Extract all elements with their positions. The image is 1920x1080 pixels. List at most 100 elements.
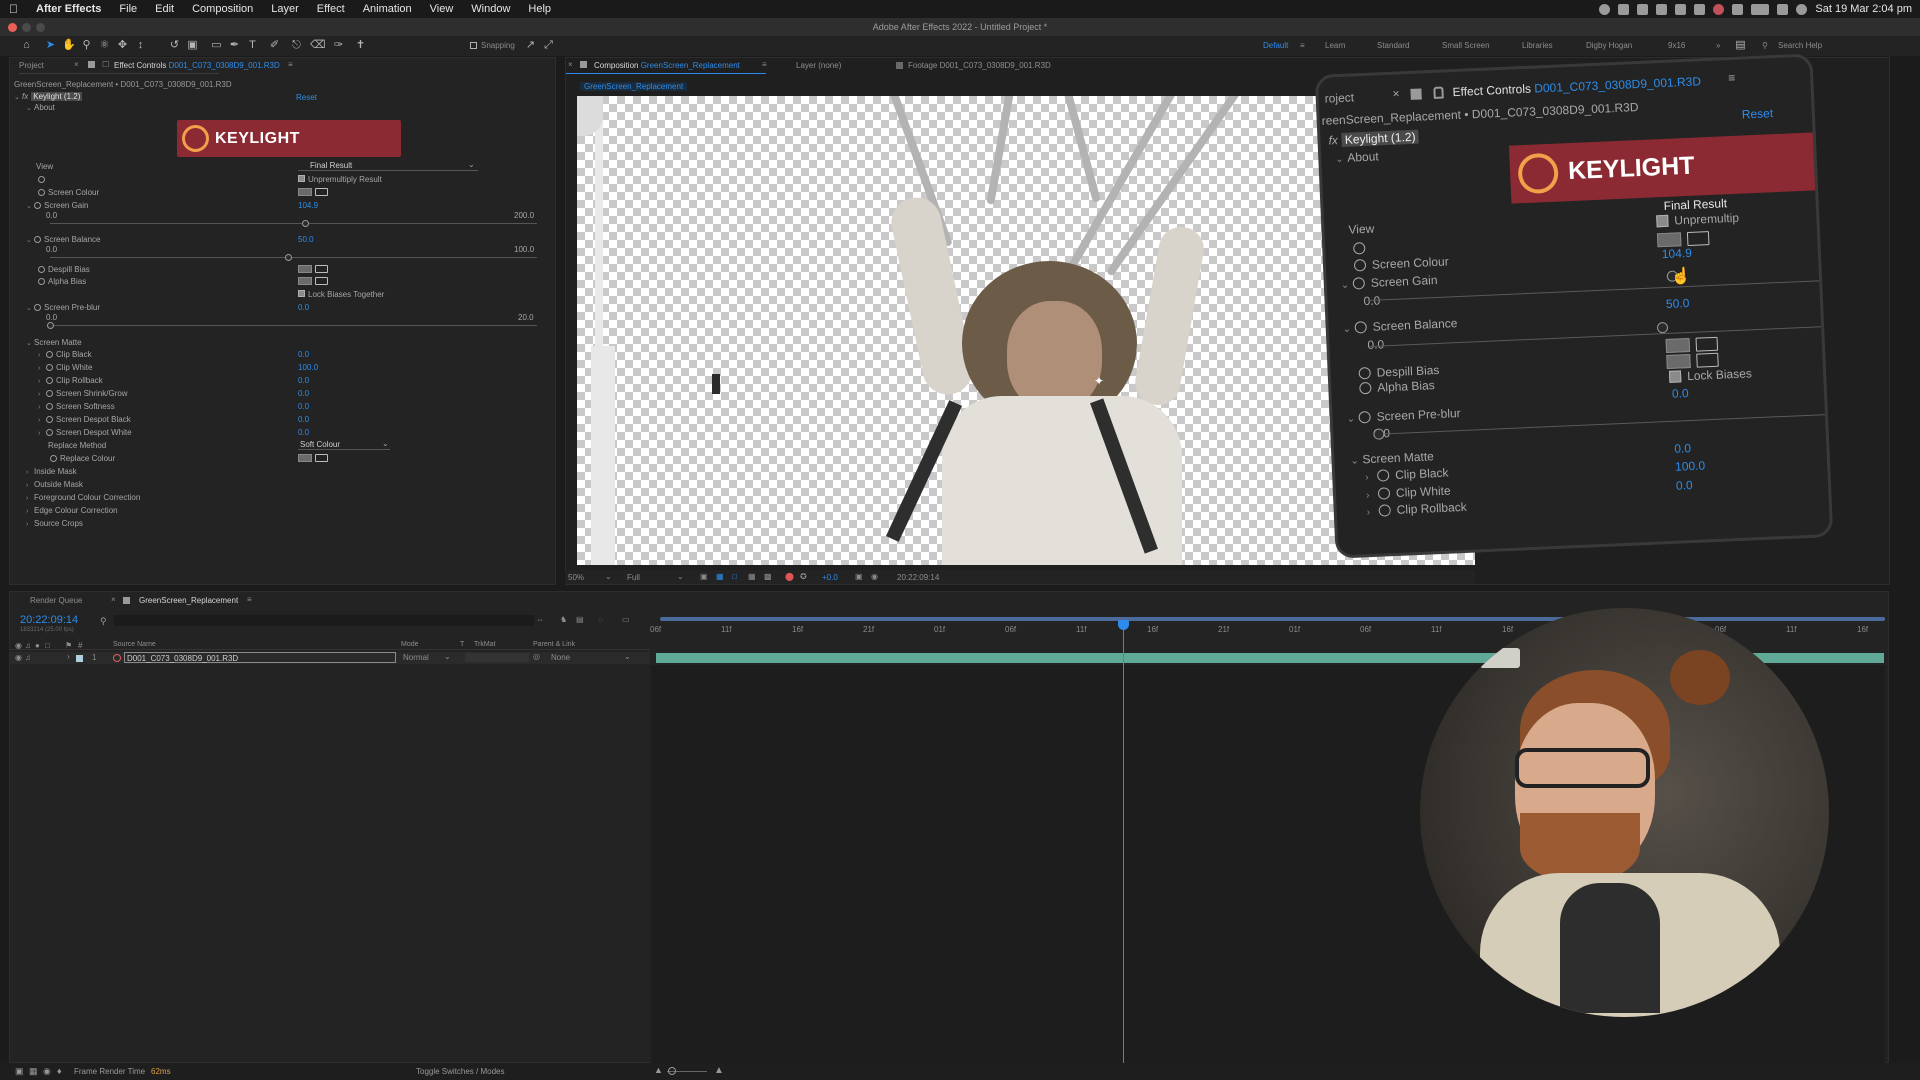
matte-value[interactable]: 0.0: [298, 428, 309, 437]
zoom-clip-black-value[interactable]: 0.0: [1674, 441, 1691, 456]
eyedropper-icon[interactable]: [315, 188, 328, 196]
clone-stamp-tool-icon[interactable]: ⎋: [290, 39, 303, 52]
menu-window[interactable]: Window: [471, 3, 510, 15]
snap-expand-icon[interactable]: ⤢: [542, 39, 555, 52]
record-status-icon[interactable]: [1599, 3, 1611, 15]
menu-animation[interactable]: Animation: [363, 3, 412, 15]
zoom-screen-balance-value[interactable]: 50.0: [1666, 296, 1690, 311]
lock-icon[interactable]: [580, 61, 587, 68]
matte-value[interactable]: 0.0: [298, 389, 309, 398]
render-status-icon[interactable]: ▣: [15, 1066, 24, 1077]
layer-name-box[interactable]: D001_C073_0308D9_001.R3D: [124, 652, 396, 663]
col-trkmat[interactable]: TrkMat: [474, 641, 496, 648]
eyedropper-icon[interactable]: [1686, 231, 1710, 246]
sync-settings-icon[interactable]: ▤: [1734, 39, 1747, 52]
stopwatch-icon[interactable]: [46, 364, 53, 371]
workspace-small-screen[interactable]: Small Screen: [1442, 41, 1490, 50]
tab-render-queue[interactable]: Render Queue: [30, 596, 82, 605]
stopwatch-icon[interactable]: [38, 278, 45, 285]
type-tool-icon[interactable]: T: [246, 39, 259, 52]
play-status-icon[interactable]: [1675, 3, 1687, 15]
label-icon[interactable]: ⚑: [65, 641, 72, 650]
stopwatch-icon[interactable]: [46, 429, 53, 436]
screen-balance-slider[interactable]: [50, 257, 537, 258]
timeline-timecode[interactable]: 20:22:09:14: [20, 614, 78, 626]
audio-icon[interactable]: ♫: [25, 653, 31, 662]
visibility-eye-icon[interactable]: ◉: [15, 653, 22, 662]
battery-icon[interactable]: [1751, 3, 1770, 15]
app-menu[interactable]: After Effects: [36, 3, 101, 15]
stopwatch-icon[interactable]: [1359, 381, 1372, 395]
work-area-bar[interactable]: [660, 617, 1885, 621]
replace-colour-swatch[interactable]: [298, 454, 312, 462]
expand-arrow-icon[interactable]: ›: [38, 352, 46, 359]
stopwatch-icon[interactable]: [1358, 366, 1371, 380]
stopwatch-icon[interactable]: [38, 176, 45, 183]
menu-file[interactable]: File: [119, 3, 137, 15]
anchor-point-icon[interactable]: ✦: [1094, 374, 1104, 388]
resolution-dropdown[interactable]: Full: [627, 573, 640, 582]
eraser-tool-icon[interactable]: ⌫: [310, 39, 326, 52]
orbit-tool-icon[interactable]: ⚛: [98, 39, 111, 52]
col-source-name[interactable]: Source Name: [113, 641, 156, 648]
panel-menu-icon[interactable]: ≡: [247, 595, 252, 604]
parent-dropdown[interactable]: None: [551, 653, 570, 662]
snapping-checkbox[interactable]: [470, 42, 477, 49]
keylight-logo[interactable]: KEYLIGHT: [177, 120, 401, 157]
effect-controls-lock-icon[interactable]: ☐: [102, 60, 109, 69]
snap-option-icon[interactable]: ↗: [524, 39, 537, 52]
workspace-menu-icon[interactable]: ≡: [1300, 41, 1305, 50]
minimize-window-button[interactable]: [22, 23, 31, 32]
zoom-in-icon[interactable]: ▲: [714, 1065, 724, 1076]
alpha-bias-swatch[interactable]: [298, 277, 312, 285]
stopwatch-icon[interactable]: [46, 351, 53, 358]
menu-view[interactable]: View: [430, 3, 454, 15]
lock-icon[interactable]: [88, 61, 95, 68]
stopwatch-icon[interactable]: [50, 455, 57, 462]
stopwatch-icon[interactable]: [46, 403, 53, 410]
viewer-timecode[interactable]: 20:22:09:14: [897, 573, 939, 582]
selection-tool-icon[interactable]: ➤: [44, 39, 57, 52]
fx-icon[interactable]: fx: [22, 92, 28, 101]
dolly-tool-icon[interactable]: ↕: [134, 39, 147, 52]
workspace-overflow-icon[interactable]: »: [1716, 41, 1720, 50]
eyedropper-icon[interactable]: [315, 277, 328, 285]
group-source-crops[interactable]: › Source Crops: [26, 519, 83, 528]
audio-switch-icon[interactable]: ♫: [25, 641, 31, 650]
view-dropdown[interactable]: Final Result ⌄: [298, 160, 478, 171]
zoom-clip-white-value[interactable]: 100.0: [1675, 458, 1706, 473]
dropbox-status-icon[interactable]: [1637, 3, 1649, 15]
keyframe-icon[interactable]: ♦: [57, 1066, 62, 1076]
zoom-screen-gain-value[interactable]: 104.9: [1662, 246, 1693, 261]
stopwatch-icon[interactable]: [1352, 277, 1366, 290]
stopwatch-icon[interactable]: [1376, 469, 1390, 482]
show-snapshot-icon[interactable]: ◉: [871, 572, 878, 581]
guides-icon[interactable]: ▦: [748, 572, 756, 581]
chevron-down-icon[interactable]: ⌄: [677, 572, 684, 581]
zoom-despill-swatch[interactable]: [1665, 337, 1691, 354]
collapse-arrow-icon[interactable]: ⌄: [26, 304, 34, 312]
stopwatch-icon[interactable]: [34, 202, 41, 209]
screen-colour-swatch[interactable]: [298, 188, 312, 196]
maximize-window-button[interactable]: [36, 23, 45, 32]
puppet-pin-tool-icon[interactable]: ✝: [354, 39, 367, 52]
zoom-reset-link[interactable]: Reset: [1742, 106, 1774, 121]
stopwatch-icon[interactable]: [46, 377, 53, 384]
expand-panel-icon[interactable]: ▦: [29, 1066, 38, 1077]
panel-menu-icon[interactable]: ≡: [288, 60, 293, 69]
collapse-arrow-icon[interactable]: ⌄: [26, 236, 34, 244]
3d-view-icon[interactable]: ▩: [764, 572, 772, 581]
lock-switch-icon[interactable]: □: [45, 641, 50, 650]
screen-status-icon[interactable]: [1694, 3, 1706, 15]
menu-help[interactable]: Help: [528, 3, 551, 15]
stopwatch-icon[interactable]: [34, 304, 41, 311]
frame-blending-icon[interactable]: ▤: [576, 615, 584, 624]
current-time-indicator[interactable]: [1123, 622, 1124, 1064]
clock[interactable]: Sat 19 Mar 2:04 pm: [1815, 3, 1912, 15]
stopwatch-icon[interactable]: [1377, 487, 1391, 500]
zoom-tab-project[interactable]: roject: [1324, 90, 1354, 105]
close-tab-icon[interactable]: ×: [74, 60, 79, 69]
about-group[interactable]: ⌄ About: [26, 103, 55, 112]
layer-mode-dropdown[interactable]: Normal: [403, 653, 429, 662]
expand-arrow-icon[interactable]: ›: [1366, 490, 1378, 501]
